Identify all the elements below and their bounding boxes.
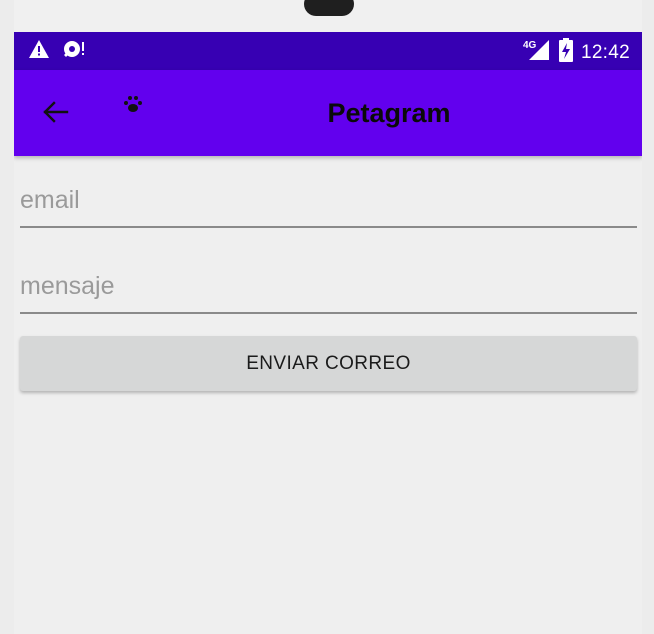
status-left-icons <box>28 39 86 64</box>
signal-icon: 4G <box>523 38 551 67</box>
sync-alert-icon <box>62 39 86 64</box>
warning-icon <box>28 39 50 64</box>
status-time: 12:42 <box>580 41 630 63</box>
app-bar: Petagram <box>14 70 642 156</box>
camera-notch <box>304 0 354 16</box>
message-field[interactable] <box>20 266 637 314</box>
device-edge-right <box>642 0 654 634</box>
status-bar: 4G 12:42 <box>14 32 642 70</box>
email-field[interactable] <box>20 180 637 228</box>
back-button[interactable] <box>38 96 74 132</box>
app-title: Petagram <box>327 98 451 128</box>
battery-charging-icon <box>558 38 573 67</box>
app-screen: 4G 12:42 Petagram email mensaje ENVIAR C… <box>14 32 642 634</box>
device-frame: 4G 12:42 Petagram email mensaje ENVIAR C… <box>0 0 654 634</box>
svg-text:4G: 4G <box>523 40 537 51</box>
status-right-icons: 4G 12:42 <box>523 38 630 67</box>
device-edge-left <box>0 0 14 634</box>
paw-icon <box>122 94 144 114</box>
send-email-button[interactable]: ENVIAR CORREO <box>20 336 637 391</box>
arrow-back-icon <box>43 100 69 128</box>
